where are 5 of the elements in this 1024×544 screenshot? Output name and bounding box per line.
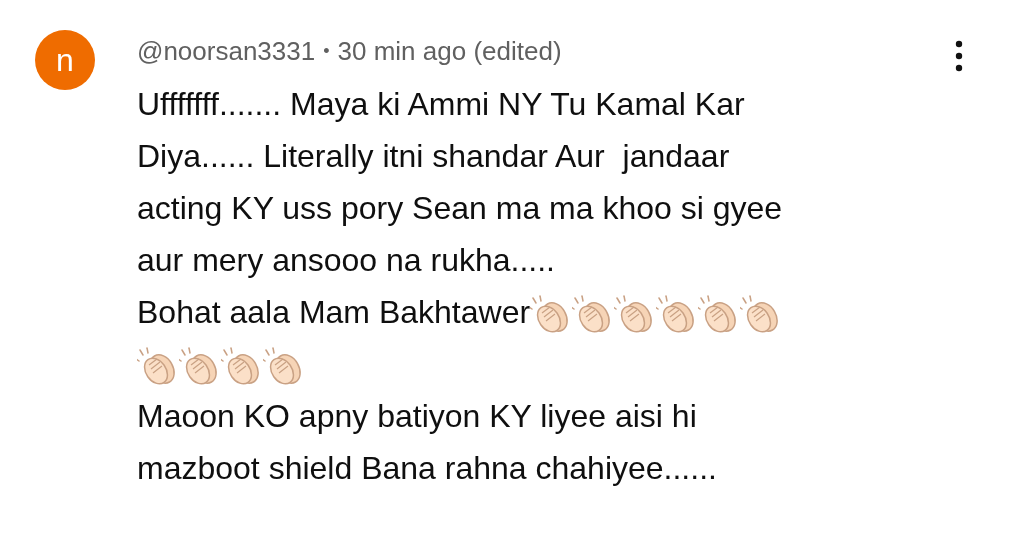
comment-time: 30 min ago (edited): [337, 34, 562, 68]
more-options-icon[interactable]: [954, 40, 964, 72]
comment-text: Ufffffff....... Maya ki Ammi NY Tu Kamal Kar Diya...... Literally itni shandar Aur jandaar acting KY uss pory Sean ma ma khoo si gyee aur mery ansooo na rukha..... Bohat aala Mam Bakhtawer Maoon KO apny batiyon KY liyee aisi hi mazboot shield Bana rahna chahiyee......: [137, 85, 784, 488]
separator-dot: •: [323, 39, 330, 63]
comment-author[interactable]: @noorsan3331: [137, 31, 316, 71]
